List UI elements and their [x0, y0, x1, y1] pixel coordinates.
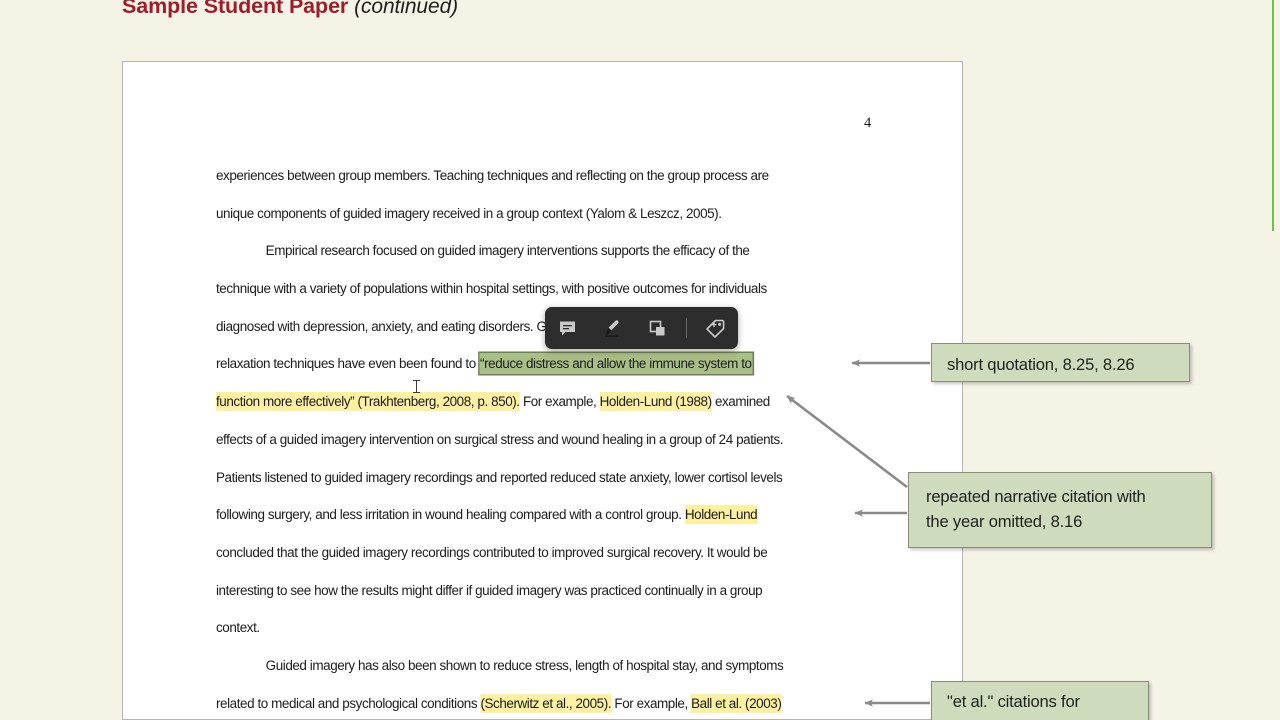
paper-line: context.	[216, 616, 837, 654]
paper-line: concluded that the guided imagery record…	[216, 541, 837, 579]
tag-icon[interactable]	[698, 311, 732, 345]
callout-repeated-narrative: repeated narrative citation with the yea…	[908, 472, 1212, 548]
body-text: interesting to see how the results might…	[216, 581, 763, 598]
callout-repeated-narrative-line1: repeated narrative citation with	[926, 487, 1146, 506]
body-text: examined	[711, 393, 770, 410]
paper-line: technique with a variety of populations …	[216, 277, 837, 315]
callout-repeated-narrative-line2: the year omitted, 8.16	[926, 512, 1083, 531]
body-text: relaxation techniques have even been fou…	[216, 355, 480, 372]
paper-line: unique components of guided imagery rece…	[216, 202, 837, 240]
body-text: context.	[216, 619, 260, 636]
page-title-suffix: (continued)	[354, 0, 459, 18]
paper-line: interesting to see how the results might…	[216, 579, 837, 617]
highlighted-text: (Scherwitz et al., 2005).	[480, 693, 612, 713]
callout-short-quotation-text: short quotation, 8.25, 8.26	[947, 355, 1135, 374]
text-cursor-icon	[413, 380, 420, 393]
callout-et-al: "et al." citations for	[931, 681, 1149, 720]
page-title-main: Sample Student Paper	[122, 0, 349, 18]
selection-toolbar[interactable]	[545, 307, 738, 349]
body-text: Empirical research focused on guided ima…	[265, 242, 750, 259]
body-text: For example,	[519, 393, 600, 410]
body-text: Patients listened to guided imagery reco…	[216, 468, 783, 485]
paper-line: Patients listened to guided imagery reco…	[216, 466, 837, 504]
body-text: experiences between group members. Teach…	[216, 167, 769, 183]
body-text: unique components of guided imagery rece…	[216, 204, 722, 221]
body-text: related to medical and psychological con…	[216, 694, 481, 711]
paper-page: 4 experiences between group members. Tea…	[122, 61, 963, 720]
paper-line: Guided imagery has also been shown to re…	[216, 654, 837, 692]
page-title: Sample Student Paper (continued)	[122, 0, 458, 19]
paper-line: following surgery, and less irritation i…	[216, 503, 837, 541]
paper-line: diagnosed with depression, anxiety, and …	[216, 315, 837, 353]
highlighted-text: Holden-Lund	[684, 505, 758, 525]
slide-canvas: Sample Student Paper (continued) 4 exper…	[0, 0, 1280, 720]
body-text: For example,	[611, 694, 692, 711]
page-number: 4	[864, 115, 872, 131]
paper-line: effects of a guided imagery intervention…	[216, 428, 837, 466]
callout-short-quotation: short quotation, 8.25, 8.26	[931, 343, 1190, 382]
paper-body-text[interactable]: experiences between group members. Teach…	[216, 164, 866, 720]
separator	[686, 318, 688, 338]
paper-line: Empirical research focused on guided ima…	[216, 239, 837, 277]
paper-line: relaxation techniques have even been fou…	[216, 352, 837, 390]
body-text: technique with a variety of populations …	[216, 280, 767, 297]
comment-icon[interactable]	[551, 311, 585, 345]
body-text: Guided imagery has also been shown to re…	[265, 656, 784, 673]
body-text: effects of a guided imagery intervention…	[216, 430, 784, 447]
copy-icon[interactable]	[641, 311, 675, 345]
body-text: concluded that the guided imagery record…	[216, 543, 768, 560]
callout-et-al-line1: "et al." citations for	[947, 692, 1080, 711]
edge-accent-bar	[1272, 0, 1274, 231]
highlighter-icon[interactable]	[596, 311, 630, 345]
paper-line: experiences between group members. Teach…	[216, 164, 837, 202]
highlighted-text: Ball et al. (2003)	[691, 693, 782, 713]
highlighted-text: Holden-Lund (1988)	[599, 392, 712, 412]
selected-text: “reduce distress and allow the immune sy…	[478, 352, 754, 376]
paper-line: function more effectively” (Trakhtenberg…	[216, 390, 837, 428]
paper-line: related to medical and psychological con…	[216, 692, 837, 720]
body-text: following surgery, and less irritation i…	[216, 506, 685, 523]
highlighted-text: function more effectively” (Trakhtenberg…	[216, 392, 520, 412]
